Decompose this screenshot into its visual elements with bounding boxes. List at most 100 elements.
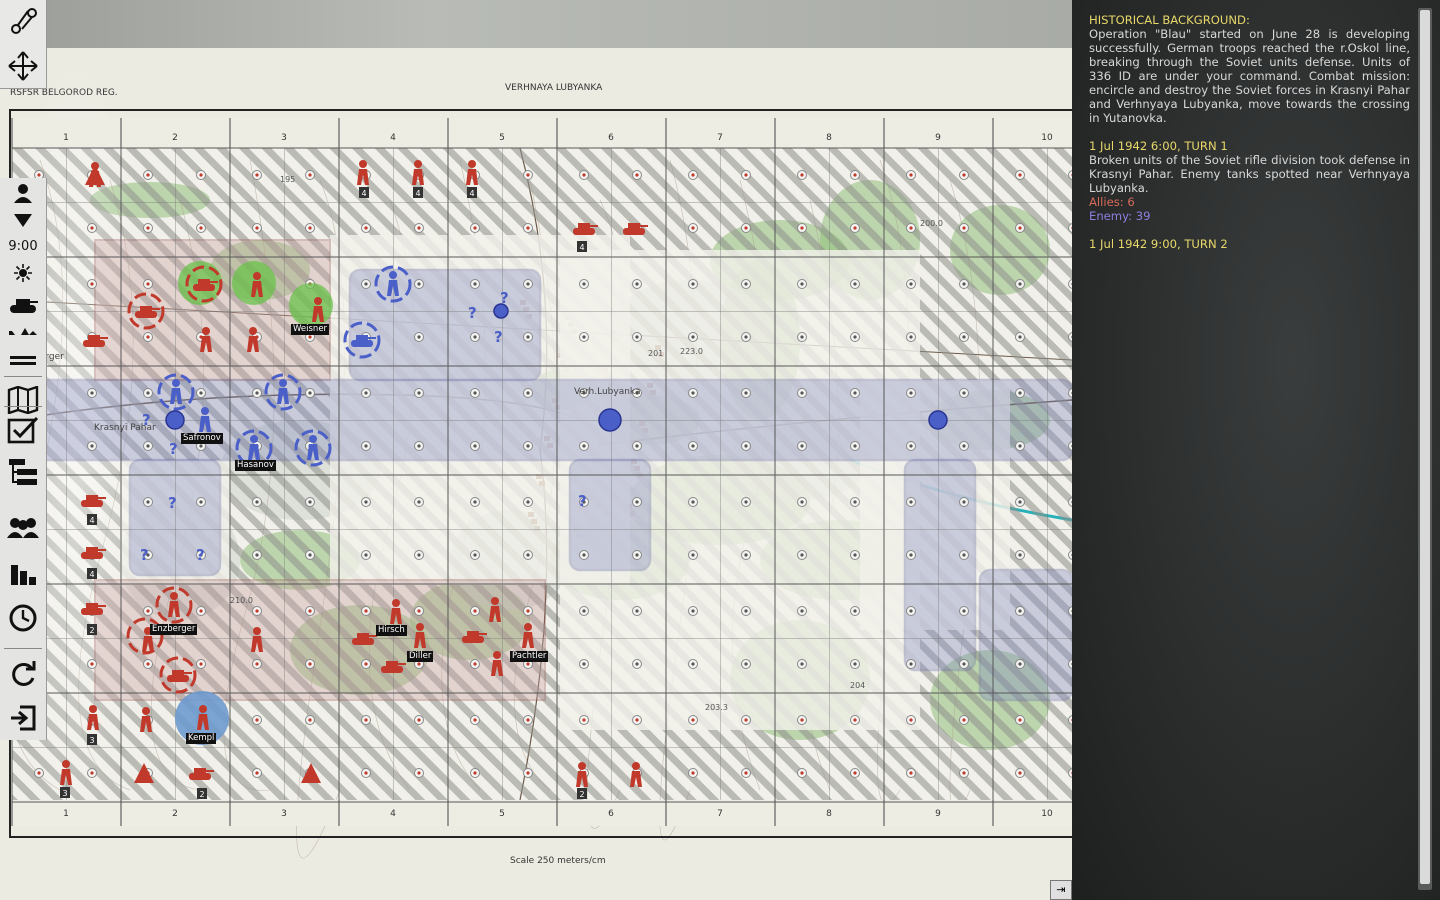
- unit-head: [170, 592, 178, 600]
- movement-point-center: [308, 662, 312, 666]
- movement-point-center: [146, 226, 150, 230]
- movement-point-center: [800, 771, 804, 775]
- column-label-bottom: 3: [281, 809, 287, 819]
- tank-hull: [623, 228, 645, 235]
- movement-point-center: [800, 226, 804, 230]
- movement-point-center: [800, 718, 804, 722]
- pan-icon[interactable]: [2, 46, 44, 86]
- elevation-label: 210.0: [230, 596, 253, 605]
- weather-icon[interactable]: [2, 258, 44, 288]
- scrollbar-thumb[interactable]: [1420, 10, 1430, 884]
- movement-point-center: [473, 391, 477, 395]
- column-label-bottom: 5: [499, 809, 505, 819]
- unknown-enemy-marker[interactable]: ?: [494, 328, 503, 346]
- unit-label-weisner[interactable]: Weisner: [291, 324, 330, 335]
- movement-point-center: [691, 553, 695, 557]
- movement-point-center: [962, 282, 966, 286]
- movement-point-center: [582, 282, 586, 286]
- movement-point-center: [962, 771, 966, 775]
- movement-point-center: [635, 553, 639, 557]
- movement-point-center: [853, 662, 857, 666]
- unit-head: [253, 272, 261, 280]
- stack-count: 4: [469, 189, 474, 198]
- collapse-panel-button[interactable]: ⇥: [1050, 880, 1072, 900]
- unit-label-hirsch[interactable]: Hirsch: [376, 625, 407, 636]
- column-label-top: 9: [935, 133, 941, 143]
- movement-point-center: [691, 226, 695, 230]
- movement-point-center: [853, 173, 857, 177]
- movement-point-center: [146, 173, 150, 177]
- tactical-map[interactable]: ??????? ??4 4 4444233 2 2 1122334455667788991…: [0, 0, 1072, 900]
- stack-count: 3: [89, 736, 94, 745]
- unit-label-hasanov[interactable]: Hasanov: [235, 460, 276, 471]
- movement-point-center: [691, 335, 695, 339]
- tank-icon[interactable]: [2, 290, 44, 320]
- unit-label-diller[interactable]: Diller: [407, 651, 434, 662]
- movement-point-center: [582, 444, 586, 448]
- orders-icon[interactable]: [2, 410, 44, 450]
- movement-point-center: [417, 609, 421, 613]
- troops-icon[interactable]: [2, 508, 44, 548]
- unit-head: [524, 623, 532, 631]
- movement-point-center: [308, 226, 312, 230]
- unit-label-safronov[interactable]: Safronov: [181, 433, 223, 444]
- stats-icon[interactable]: [2, 554, 44, 594]
- movement-point-center: [37, 173, 41, 177]
- unit-label-enzberger[interactable]: Enzberger: [150, 624, 198, 635]
- movement-point-center: [853, 553, 857, 557]
- unit-head: [314, 297, 322, 305]
- unit-label-kempl[interactable]: Kempl: [186, 733, 217, 744]
- measure-icon[interactable]: [2, 0, 44, 40]
- unknown-enemy-marker[interactable]: ?: [196, 546, 205, 564]
- movement-point-center: [308, 335, 312, 339]
- aircraft-icon[interactable]: [2, 320, 44, 350]
- movement-point-center: [364, 553, 368, 557]
- unit-label-pachtler[interactable]: Pachtler: [510, 651, 549, 662]
- movement-point-center: [37, 771, 41, 775]
- unknown-enemy-marker[interactable]: ?: [578, 492, 587, 510]
- stack-count: 2: [579, 790, 584, 799]
- allies-count: Allies: 6: [1089, 195, 1135, 209]
- movement-point-center: [146, 444, 150, 448]
- undo-icon[interactable]: [2, 654, 44, 694]
- unit-head: [279, 379, 287, 387]
- movement-point-center: [255, 500, 259, 504]
- movement-point-center: [146, 391, 150, 395]
- unknown-enemy-marker[interactable]: ?: [168, 494, 177, 512]
- enemy-zone: [348, 268, 542, 382]
- movement-point-center: [473, 226, 477, 230]
- enemy-objective[interactable]: [598, 408, 622, 432]
- log-scrollbar[interactable]: [1418, 8, 1432, 890]
- lines-icon[interactable]: [2, 350, 44, 372]
- movement-point-center: [635, 609, 639, 613]
- tank-gun: [98, 337, 108, 339]
- tank-gun: [366, 337, 376, 339]
- unit-icon[interactable]: [2, 178, 44, 208]
- column-label-top: 1: [63, 133, 69, 143]
- movement-point-center: [1018, 553, 1022, 557]
- hierarchy-icon[interactable]: [2, 452, 44, 492]
- movement-point-center: [526, 173, 530, 177]
- movement-point-center: [473, 771, 477, 775]
- unknown-enemy-marker[interactable]: ?: [500, 289, 509, 307]
- column-label-bottom: 9: [935, 809, 941, 819]
- clock-icon[interactable]: [2, 598, 44, 638]
- tank-gun: [182, 672, 192, 674]
- log-background-text: Operation "Blau" started on June 28 is d…: [1089, 27, 1410, 125]
- unknown-enemy-marker[interactable]: ?: [140, 546, 149, 564]
- exit-icon[interactable]: [2, 698, 44, 738]
- unit-head: [392, 599, 400, 607]
- unknown-enemy-marker[interactable]: ?: [468, 304, 477, 322]
- movement-point-center: [526, 226, 530, 230]
- movement-point-center: [199, 662, 203, 666]
- movement-point-center: [909, 226, 913, 230]
- down-triangle-icon[interactable]: [2, 206, 44, 234]
- column-label-top: 10: [1041, 133, 1053, 143]
- enemy-objective[interactable]: [928, 410, 948, 430]
- movement-point-center: [744, 335, 748, 339]
- unknown-enemy-marker[interactable]: ?: [169, 440, 178, 458]
- tank-hull: [81, 608, 103, 615]
- enemy-objective[interactable]: [165, 410, 185, 430]
- movement-point-center: [364, 444, 368, 448]
- movement-point-center: [199, 226, 203, 230]
